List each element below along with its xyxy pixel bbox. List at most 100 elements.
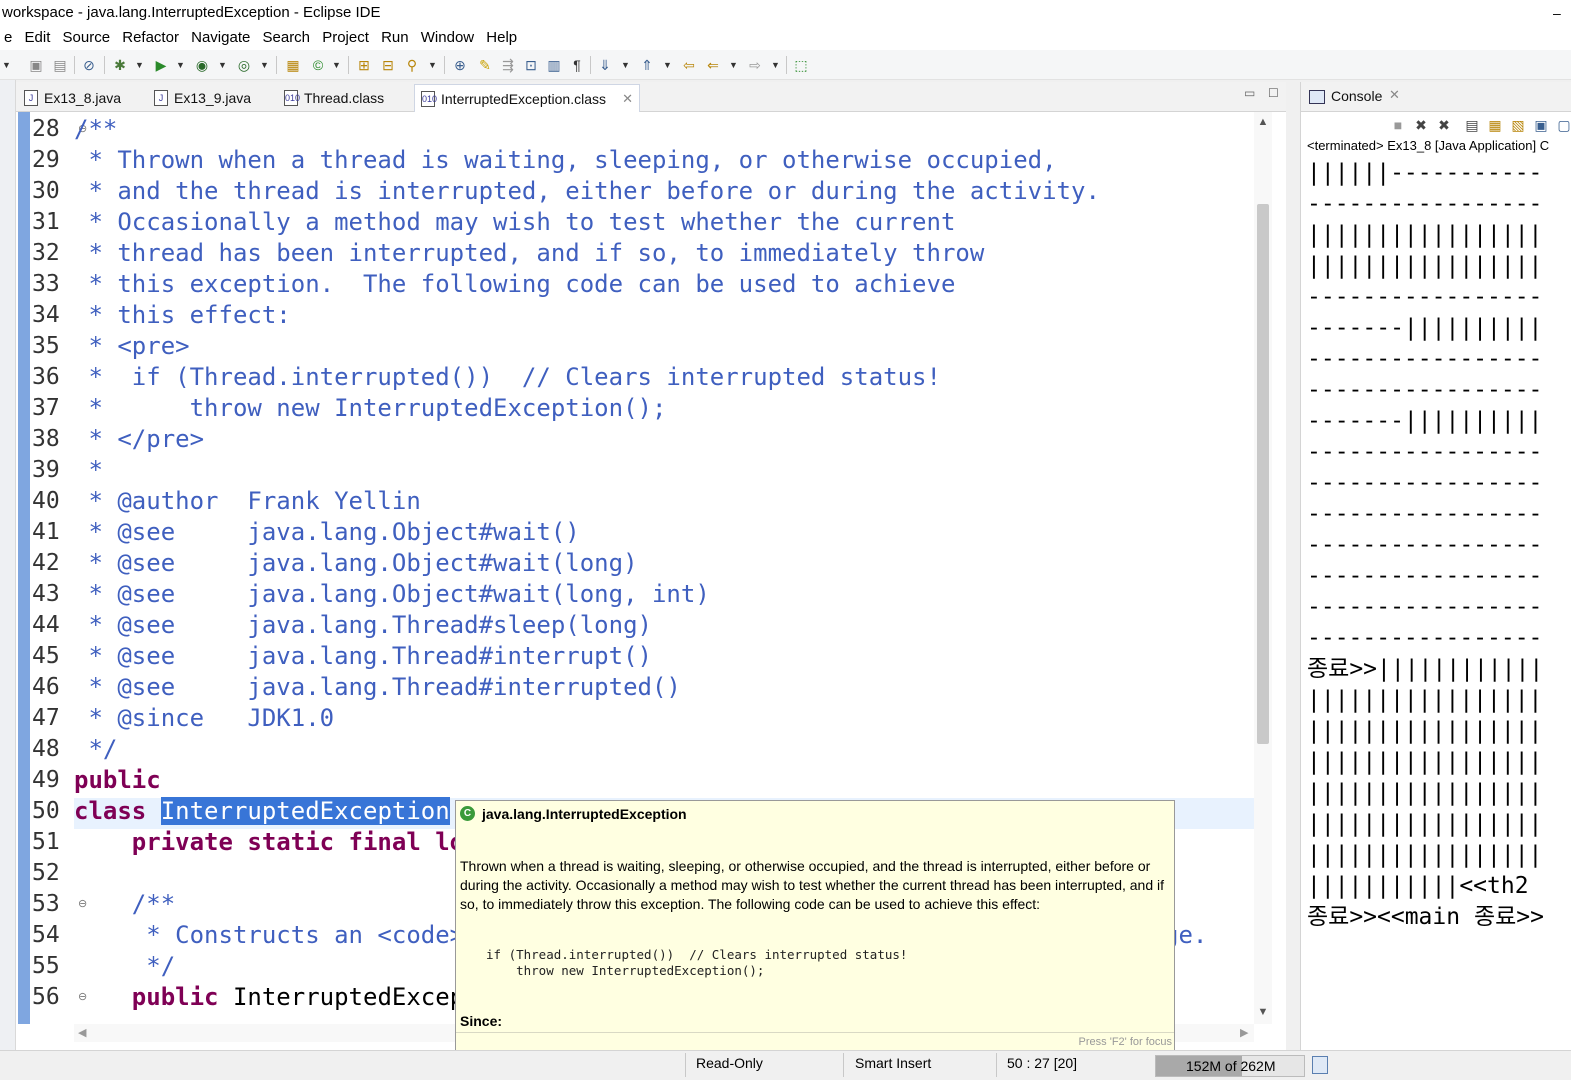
console-output-line: ||||||||||||||||| [1307, 842, 1543, 868]
pin-console-icon[interactable]: ▣ [1532, 116, 1550, 134]
next-annotation-icon[interactable]: ⇓ [596, 56, 614, 74]
console-output[interactable]: ||||||----------- ----------------- ||||||… [1307, 158, 1571, 1038]
scroll-up-icon[interactable]: ▲ [1256, 116, 1270, 128]
new-class-icon[interactable]: © [309, 56, 327, 74]
new-java-project-icon[interactable]: ▦ [284, 56, 302, 74]
coverage-dropdown-icon[interactable]: ▼ [218, 56, 227, 74]
menu-refactor[interactable]: Refactor [118, 26, 183, 50]
tab-interruptedexception-class[interactable]: 010 InterruptedException.class ✕ [414, 84, 640, 112]
maximize-view-icon[interactable]: ☐ [1268, 86, 1279, 100]
menu-help[interactable]: Help [482, 26, 521, 50]
selected-class-name[interactable]: InterruptedException [160, 797, 450, 825]
external-tools-icon[interactable]: ◎ [235, 56, 253, 74]
debug-dropdown-icon[interactable]: ▼ [135, 56, 144, 74]
line-number: 39 [32, 457, 60, 483]
new-dropdown-icon[interactable]: ▼ [2, 56, 11, 74]
line-number: 44 [32, 612, 60, 638]
open-type-icon[interactable]: ⊞ [355, 56, 373, 74]
word-wrap-icon[interactable]: ⊡ [522, 56, 540, 74]
line-number: 51 [32, 829, 60, 855]
close-console-icon[interactable]: ✕ [1389, 87, 1400, 103]
external-tools-dropdown-icon[interactable]: ▼ [260, 56, 269, 74]
console-output-line: ----------------- [1307, 284, 1543, 310]
line-number: 36 [32, 364, 60, 390]
run-icon[interactable]: ▶ [152, 56, 170, 74]
minimize-view-icon[interactable]: ▭ [1244, 86, 1255, 100]
terminate-icon[interactable]: ■ [1389, 116, 1407, 134]
clear-console-icon[interactable]: ▤ [1463, 116, 1481, 134]
menu-edit[interactable]: Edit [21, 26, 55, 50]
menu-source[interactable]: Source [59, 26, 115, 50]
skip-breakpoints-icon[interactable]: ⊘ [80, 56, 98, 74]
tab-ex13-8[interactable]: J Ex13_8.java [18, 84, 144, 112]
forward-dropdown-icon[interactable]: ▼ [771, 56, 780, 74]
show-whitespace-icon[interactable]: ¶ [568, 56, 586, 74]
menu-search[interactable]: Search [259, 26, 315, 50]
line-number: 31 [32, 209, 60, 235]
previous-annotation-dropdown-icon[interactable]: ▼ [663, 56, 672, 74]
close-tab-icon[interactable]: ✕ [622, 85, 633, 113]
line-number: 49 [32, 767, 60, 793]
next-annotation-dropdown-icon[interactable]: ▼ [621, 56, 630, 74]
scroll-right-icon[interactable]: ▶ [1240, 1026, 1248, 1039]
tab-label: Thread.class [304, 90, 385, 106]
console-output-line: ||||||----------- [1307, 160, 1543, 186]
scroll-down-icon[interactable]: ▼ [1256, 1006, 1270, 1018]
line-number: 29 [32, 147, 60, 173]
run-dropdown-icon[interactable]: ▼ [176, 56, 185, 74]
heap-status[interactable]: 152M of 262M [1155, 1055, 1305, 1077]
comment-line: * this exception. The following code can… [74, 270, 956, 298]
comment-line: * @since JDK1.0 [74, 704, 335, 732]
forward-icon[interactable]: ⇨ [746, 56, 764, 74]
scrollbar-thumb[interactable] [1257, 204, 1269, 744]
line-number: 41 [32, 519, 60, 545]
javadoc-hover[interactable]: C java.lang.InterruptedException Thrown … [455, 800, 1175, 1052]
java-file-icon: J [24, 90, 38, 106]
new-class-dropdown-icon[interactable]: ▼ [332, 56, 341, 74]
line-number: 55 [32, 953, 60, 979]
coverage-icon[interactable]: ◉ [193, 56, 211, 74]
tab-label: Ex13_9.java [174, 90, 252, 106]
previous-annotation-icon[interactable]: ⇑ [638, 56, 656, 74]
back-icon[interactable]: ⇐ [704, 56, 722, 74]
toggle-breadcrumb-icon[interactable]: ⊕ [451, 56, 469, 74]
minimize-button[interactable]: – [1553, 0, 1567, 26]
block-selection-icon[interactable]: ⇶ [499, 56, 517, 74]
open-perspective-icon[interactable]: ⬚ [792, 56, 810, 74]
back-dropdown-icon[interactable]: ▼ [729, 56, 738, 74]
menu-navigate[interactable]: Navigate [187, 26, 254, 50]
line-number: 28 [32, 116, 60, 142]
word-wrap-console-icon[interactable]: ▧ [1509, 116, 1527, 134]
remove-all-terminated-icon[interactable]: ✖ [1435, 116, 1453, 134]
tab-thread-class[interactable]: 010 Thread.class [278, 84, 412, 112]
vertical-scrollbar[interactable]: ▲ ▼ [1254, 112, 1272, 1024]
save-icon[interactable]: ▣ [27, 56, 45, 74]
debug-icon[interactable]: ✱ [111, 56, 129, 74]
search-dropdown-icon[interactable]: ▼ [428, 56, 437, 74]
scroll-left-icon[interactable]: ◀ [78, 1026, 86, 1039]
menu-file[interactable]: e [0, 26, 16, 50]
menu-project[interactable]: Project [318, 26, 373, 50]
comment-line: * @author Frank Yellin [74, 487, 421, 515]
garbage-collect-icon[interactable] [1312, 1056, 1328, 1074]
save-all-icon[interactable]: ▤ [51, 56, 69, 74]
menu-window[interactable]: Window [417, 26, 478, 50]
scroll-lock-icon[interactable]: ▦ [1486, 116, 1504, 134]
console-output-line: ----------------- [1307, 346, 1543, 372]
menu-run[interactable]: Run [377, 26, 413, 50]
show-source-icon[interactable]: ▥ [545, 56, 563, 74]
comment-line: /** [74, 115, 118, 143]
last-edit-icon[interactable]: ⇦ [680, 56, 698, 74]
comment-line: * @see java.lang.Object#wait(long, int) [74, 580, 710, 608]
comment-line: * <pre> [74, 332, 190, 360]
comment-line: * @see java.lang.Thread#sleep(long) [74, 611, 652, 639]
remove-launch-icon[interactable]: ✖ [1412, 116, 1430, 134]
display-console-icon[interactable]: ▢ [1555, 116, 1571, 134]
mark-occurrences-icon[interactable]: ✎ [476, 56, 494, 74]
tab-console[interactable]: Console ✕ [1301, 82, 1571, 112]
hover-since-label: Since: [460, 1013, 503, 1029]
tab-ex13-9[interactable]: J Ex13_9.java [148, 84, 274, 112]
search-icon[interactable]: ⚲ [403, 56, 421, 74]
code-line-field: private static final lo [74, 828, 465, 856]
open-task-icon[interactable]: ⊟ [379, 56, 397, 74]
